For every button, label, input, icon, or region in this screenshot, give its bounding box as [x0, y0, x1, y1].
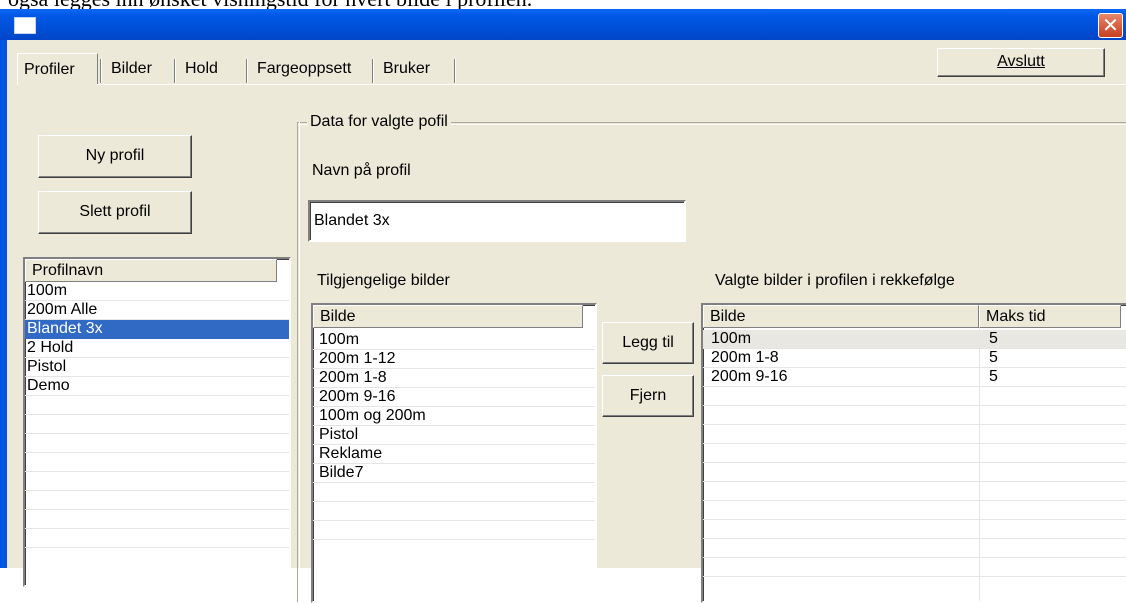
list-item[interactable]: 200m 9-16 [313, 388, 595, 407]
close-button[interactable]: ✕ [1098, 13, 1123, 38]
tab-bilder[interactable]: Bilder [105, 53, 158, 85]
available-list-header[interactable]: Bilde [313, 305, 583, 328]
title-bar[interactable]: ✕ [0, 9, 1126, 40]
row-image-cell: 200m 9-16 [711, 368, 788, 385]
profile-list[interactable]: Profilnavn 100m 200m Alle Blandet 3x 2 H… [23, 257, 291, 587]
list-item-label: Pistol [319, 426, 359, 443]
list-item[interactable]: Pistol [313, 426, 595, 445]
add-image-label: Legg til [622, 334, 674, 351]
group-box-left-border [297, 122, 300, 602]
empty-row [703, 539, 1126, 558]
empty-row [25, 510, 289, 529]
empty-row [703, 387, 1126, 406]
list-item[interactable]: 200m 1-12 [313, 350, 595, 369]
add-image-button[interactable]: Legg til [602, 322, 694, 364]
profile-list-header[interactable]: Profilnavn [25, 259, 277, 282]
empty-row [25, 491, 289, 510]
empty-row [313, 502, 595, 521]
app-window-icon [14, 17, 36, 34]
tab-hold[interactable]: Hold [179, 53, 224, 85]
exit-button-label: Avslutt [997, 53, 1045, 70]
list-item[interactable]: Reklame [313, 445, 595, 464]
row-max-time-cell[interactable]: 5 [987, 368, 998, 386]
profile-name-input[interactable] [308, 200, 686, 242]
empty-row [703, 425, 1126, 444]
selected-col-header-max-time[interactable]: Maks tid [979, 305, 1121, 328]
tab-fargeoppsett[interactable]: Fargeoppsett [251, 53, 357, 85]
table-row[interactable]: 200m 9-16 5 [703, 368, 1126, 387]
list-item-label: Reklame [319, 445, 383, 462]
list-item-selected[interactable]: Blandet 3x [25, 320, 289, 339]
list-item-label: 200m 9-16 [319, 388, 396, 405]
row-max-time-cell[interactable]: 5 [987, 349, 998, 367]
available-images-list[interactable]: Bilde 100m 200m 1-12 200m 1-8 200m 9-16 … [311, 303, 597, 603]
tab-separator [454, 59, 456, 83]
empty-row [25, 453, 289, 472]
row-max-time-cell[interactable]: 5 [987, 330, 998, 348]
exit-button[interactable]: Avslutt [937, 48, 1105, 77]
list-item-label: 200m 1-12 [319, 350, 396, 367]
profile-list-rows: 100m 200m Alle Blandet 3x 2 Hold Pistol … [25, 282, 289, 548]
client-area: Profiler Bilder Hold Fargeoppsett Bruker… [7, 40, 1126, 603]
list-item[interactable]: 100m [313, 331, 595, 350]
selected-list-rows: 100m 5 200m 1-8 5 200m 9-16 5 [703, 330, 1126, 577]
list-item-label: Bilde7 [319, 464, 364, 481]
selected-col-header-image[interactable]: Bilde [703, 305, 979, 328]
delete-profile-label: Slett profil [79, 203, 151, 220]
list-item[interactable]: Pistol [25, 358, 289, 377]
list-item-label: Pistol [27, 358, 67, 375]
row-image-cell: 100m [711, 330, 752, 347]
list-item[interactable]: 2 Hold [25, 339, 289, 358]
tab-separator [246, 59, 248, 83]
list-item-label: 100m og 200m [319, 407, 426, 424]
tab-baseline [97, 84, 1126, 85]
list-item-label: 2 Hold [27, 339, 74, 356]
list-item-label: 200m Alle [27, 301, 98, 318]
list-item[interactable]: Demo [25, 377, 289, 396]
tab-separator [100, 59, 102, 83]
available-images-title: Tilgjengelige bilder [317, 272, 450, 290]
empty-row [703, 501, 1126, 520]
table-row[interactable]: 200m 1-8 5 [703, 349, 1126, 368]
delete-profile-button[interactable]: Slett profil [38, 191, 192, 234]
empty-row [703, 463, 1126, 482]
list-item-label: 100m [27, 282, 68, 299]
empty-row [703, 520, 1126, 539]
empty-row [703, 482, 1126, 501]
profile-name-label: Navn på profil [312, 162, 411, 180]
empty-row [25, 472, 289, 491]
list-item[interactable]: Bilde7 [313, 464, 595, 483]
list-item[interactable]: 200m 1-8 [313, 369, 595, 388]
list-item-label: 100m [319, 331, 360, 348]
available-list-rows: 100m 200m 1-12 200m 1-8 200m 9-16 100m o… [313, 331, 595, 540]
tab-profiler[interactable]: Profiler [17, 53, 98, 85]
list-item[interactable]: 100m [25, 282, 289, 301]
empty-row [25, 434, 289, 453]
selected-images-title: Valgte bilder i profilen i rekkefølge [715, 272, 955, 290]
empty-row [703, 444, 1126, 463]
new-profile-label: Ny profil [85, 147, 145, 164]
tab-separator [372, 59, 374, 83]
new-profile-button[interactable]: Ny profil [38, 135, 192, 178]
table-row[interactable]: 100m 5 [703, 330, 1126, 349]
tab-separator [174, 59, 176, 83]
list-item[interactable]: 200m Alle [25, 301, 289, 320]
empty-row [25, 529, 289, 548]
list-item[interactable]: 100m og 200m [313, 407, 595, 426]
list-item-label: Demo [27, 377, 70, 394]
list-item-label: 200m 1-8 [319, 369, 387, 386]
empty-row [25, 396, 289, 415]
list-item-label: Blandet 3x [27, 320, 103, 337]
empty-row [703, 406, 1126, 425]
remove-image-label: Fjern [629, 387, 667, 404]
group-box-title: Data for valgte pofil [307, 113, 451, 131]
row-image-cell: 200m 1-8 [711, 349, 779, 366]
tab-bruker[interactable]: Bruker [377, 53, 436, 85]
remove-image-button[interactable]: Fjern [602, 375, 694, 417]
empty-row [313, 483, 595, 502]
empty-row [313, 521, 595, 540]
selected-images-list[interactable]: Bilde Maks tid 100m 5 200m 1-8 5 200m 9-… [701, 303, 1126, 603]
app-window: ✕ Profiler Bilder Hold Fargeoppsett Bruk… [0, 9, 1126, 603]
empty-row [25, 415, 289, 434]
